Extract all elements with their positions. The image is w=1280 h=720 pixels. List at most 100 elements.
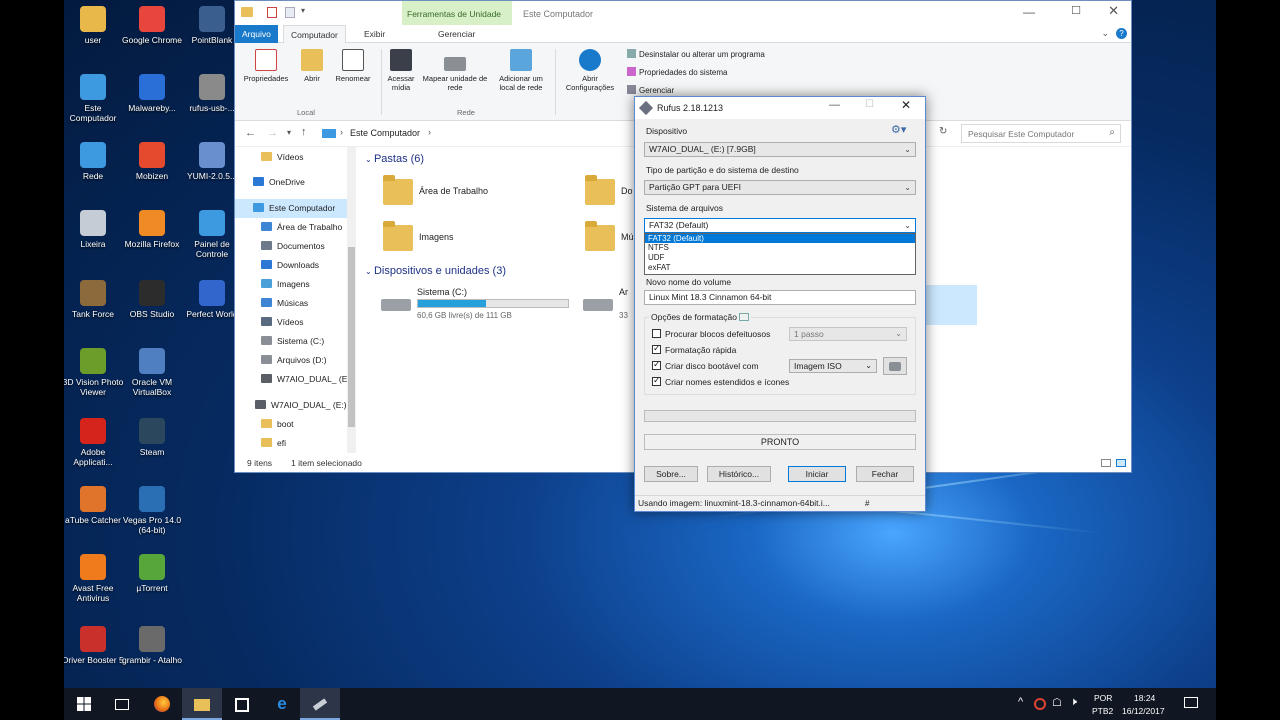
tab-gerenciar[interactable]: Gerenciar (431, 25, 482, 43)
nav-item[interactable]: Downloads (235, 256, 347, 275)
tray-chevron-icon[interactable]: ^ (1018, 696, 1023, 708)
taskbar-rufus[interactable] (300, 688, 340, 720)
nav-item[interactable]: OneDrive (235, 173, 347, 192)
start-button[interactable] (64, 688, 104, 720)
close-button[interactable]: ✕ (1108, 3, 1119, 19)
drive-c[interactable]: Sistema (C:) 60,6 GB livre(s) de 111 GB (377, 287, 577, 323)
nav-scrollbar[interactable] (347, 147, 356, 453)
tray-network-icon[interactable]: ☖ (1052, 696, 1062, 709)
ribbon-properties-button[interactable]: Propriedades (237, 49, 295, 83)
ribbon-add-location-button[interactable]: Adicionar um local de rede (491, 49, 551, 92)
extended-names-checkbox[interactable]: Criar nomes estendidos e ícones (652, 375, 789, 387)
nav-item[interactable]: Vídeos (235, 313, 347, 332)
task-view-button[interactable] (102, 688, 142, 720)
qat-properties-icon[interactable] (267, 7, 277, 18)
tab-computador[interactable]: Computador (283, 25, 346, 43)
desktop-icon[interactable]: Mobizen (120, 142, 184, 181)
taskbar-explorer[interactable] (182, 688, 222, 720)
folder-music[interactable]: Mú (585, 221, 634, 251)
passes-select[interactable]: 1 passo ⌄ (789, 327, 907, 341)
details-view-icon[interactable] (1101, 459, 1111, 467)
section-folders[interactable]: ⌄ Pastas (6) (365, 153, 424, 165)
nav-item[interactable]: boot (235, 415, 347, 434)
desktop-icon[interactable]: Vegas Pro 14.0 (64-bit) (120, 486, 184, 535)
nav-item[interactable]: Documentos (235, 237, 347, 256)
desktop-icon[interactable]: Malwareby... (120, 74, 184, 113)
desktop-icon[interactable]: Oracle VM VirtualBox (120, 348, 184, 397)
desktop-icon[interactable]: 3D Vision Photo Viewer (64, 348, 125, 397)
tray-volume-icon[interactable]: 🕨 (1070, 696, 1077, 709)
nav-item[interactable]: W7AIO_DUAL_ (E:) (235, 396, 347, 415)
qat-newfolder-icon[interactable] (285, 7, 295, 18)
rufus-maximize-button[interactable]: ☐ (865, 99, 874, 110)
nav-item[interactable]: efi (235, 434, 347, 453)
tab-arquivo[interactable]: Arquivo (235, 25, 278, 43)
taskbar-firefox[interactable] (142, 688, 182, 720)
maximize-button[interactable]: ☐ (1071, 4, 1081, 17)
nav-item[interactable]: Sistema (C:) (235, 332, 347, 351)
about-button[interactable]: Sobre... (644, 466, 698, 482)
desktop-icon[interactable]: Steam (120, 418, 184, 457)
nav-item[interactable]: Imagens (235, 275, 347, 294)
rufus-minimize-button[interactable]: — (829, 99, 840, 111)
ribbon-collapse-icon[interactable]: ⌄ (1101, 28, 1109, 39)
folder-desktop[interactable]: Área de Trabalho (383, 175, 488, 205)
desktop-icon[interactable]: Avast Free Antivirus (64, 554, 125, 603)
desktop-icon[interactable]: µTorrent (120, 554, 184, 593)
ribbon-manage-item[interactable]: Gerenciar (627, 85, 674, 95)
bad-blocks-checkbox[interactable]: Procurar blocos defeituosos (652, 329, 770, 339)
start-button[interactable]: Iniciar (788, 466, 846, 482)
desktop-icon[interactable]: Tank Force (64, 280, 125, 319)
nav-scroll-thumb[interactable] (348, 247, 355, 427)
taskbar-edge[interactable]: e (262, 688, 302, 720)
back-icon[interactable]: ← (245, 127, 256, 139)
folder-documents[interactable]: Do (585, 175, 633, 205)
tab-exibir[interactable]: Exibir (357, 25, 392, 43)
volume-label-input[interactable]: Linux Mint 18.3 Cinnamon 64-bit (644, 290, 916, 305)
filesystem-option[interactable]: UDF (645, 253, 915, 263)
qat-dropdown-icon[interactable]: ▾ (301, 6, 305, 15)
nav-item[interactable]: Arquivos (D:) (235, 351, 347, 370)
desktop-icon[interactable]: Mozilla Firefox (120, 210, 184, 249)
ribbon-media-button[interactable]: Acessar mídia (383, 49, 419, 92)
partition-select[interactable]: Partição GPT para UEFI ⌄ (644, 180, 916, 195)
desktop-icon[interactable]: Adobe Applicati... (64, 418, 125, 467)
section-devices[interactable]: ⌄ Dispositivos e unidades (3) (365, 265, 506, 277)
ribbon-rename-button[interactable]: Renomear (329, 49, 377, 83)
device-select[interactable]: W7AIO_DUAL_ (E:) [7.9GB] ⌄ (644, 142, 916, 157)
desktop-icon[interactable]: Google Chrome (120, 6, 184, 45)
desktop-icon[interactable]: aTube Catcher (64, 486, 125, 525)
ribbon-settings-button[interactable]: Abrir Configurações (557, 49, 623, 92)
taskbar-store[interactable] (222, 688, 262, 720)
ribbon-map-drive-button[interactable]: Mapear unidade de rede (421, 49, 489, 92)
desktop-icon[interactable]: user (64, 6, 125, 45)
select-image-button[interactable] (883, 357, 907, 375)
nav-item[interactable]: Músicas (235, 294, 347, 313)
folder-pictures[interactable]: Imagens (383, 221, 454, 251)
up-icon[interactable]: ↑ (301, 126, 307, 138)
desktop-icon[interactable]: grambir - Atalho (120, 626, 184, 665)
ribbon-system-props-item[interactable]: Propriedades do sistema (627, 67, 728, 77)
desktop-icon[interactable]: Este Computador (64, 74, 125, 123)
hash-icon[interactable]: # (865, 496, 869, 511)
clock-date[interactable]: 16/12/2017 (1122, 706, 1165, 716)
nav-item[interactable]: Área de Trabalho (235, 218, 347, 237)
boot-type-select[interactable]: Imagem ISO ⌄ (789, 359, 877, 373)
help-icon[interactable]: ? (1116, 28, 1127, 39)
tray-antivirus-icon[interactable] (1034, 698, 1046, 710)
device-settings-icon[interactable]: ⚙▾ (891, 123, 906, 136)
desktop-icon[interactable]: Lixeira (64, 210, 125, 249)
bootable-checkbox[interactable]: Criar disco bootável com (652, 359, 759, 371)
refresh-icon[interactable]: ↻ (939, 126, 947, 137)
nav-item[interactable]: Este Computador (235, 199, 347, 218)
search-input[interactable]: Pesquisar Este Computador (968, 129, 1074, 139)
nav-item[interactable]: Vídeos (235, 148, 347, 167)
filesystem-select[interactable]: FAT32 (Default) ⌄ (644, 218, 916, 233)
drive-e-tile[interactable] (925, 285, 977, 325)
desktop-icon[interactable]: Rede (64, 142, 125, 181)
desktop-icon[interactable]: OBS Studio (120, 280, 184, 319)
close-dialog-button[interactable]: Fechar (856, 466, 914, 482)
tiles-view-icon[interactable] (1116, 459, 1126, 467)
filesystem-option[interactable]: exFAT (645, 263, 915, 273)
format-options-toggle-icon[interactable] (739, 313, 750, 321)
